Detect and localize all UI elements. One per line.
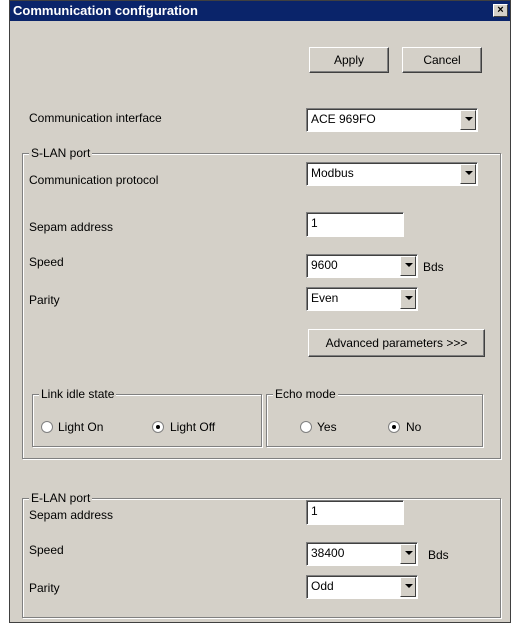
title-bar: Communication configuration × — [10, 1, 510, 21]
elan-port-title: E-LAN port — [29, 491, 93, 505]
communication-dialog: Communication configuration × Apply Canc… — [9, 0, 511, 623]
slan-parity-select[interactable]: Even — [306, 287, 418, 311]
echo-no-radio[interactable] — [388, 421, 400, 433]
echo-no-label: No — [406, 420, 422, 434]
communication-interface-value: ACE 969FO — [311, 112, 376, 126]
link-idle-state-title: Link idle state — [39, 387, 117, 401]
slan-address-label: Sepam address — [29, 220, 114, 234]
cancel-button[interactable]: Cancel — [402, 47, 482, 73]
chevron-down-icon[interactable] — [400, 256, 416, 276]
slan-parity-label: Parity — [29, 293, 60, 307]
light-on-radio[interactable] — [41, 421, 53, 433]
dialog-title: Communication configuration — [13, 3, 198, 18]
chevron-down-icon[interactable] — [460, 164, 476, 184]
slan-speed-value: 9600 — [311, 258, 338, 272]
slan-address-value: 1 — [311, 216, 318, 230]
elan-speed-unit: Bds — [428, 548, 449, 562]
chevron-down-icon[interactable] — [460, 110, 476, 130]
elan-parity-label: Parity — [29, 581, 60, 595]
slan-speed-select[interactable]: 9600 — [306, 254, 418, 278]
chevron-down-icon[interactable] — [400, 577, 416, 597]
light-off-radio[interactable] — [152, 421, 164, 433]
slan-speed-label: Speed — [29, 255, 64, 269]
side-reference-mark: PE50086 — [0, 34, 7, 94]
close-button[interactable]: × — [493, 4, 508, 17]
apply-button[interactable]: Apply — [309, 47, 389, 73]
slan-address-input[interactable]: 1 — [306, 212, 404, 237]
echo-mode-group: Echo mode — [266, 387, 483, 447]
slan-protocol-select[interactable]: Modbus — [306, 162, 478, 186]
slan-parity-value: Even — [311, 291, 339, 305]
elan-parity-select[interactable]: Odd — [306, 575, 418, 599]
light-off-label: Light Off — [170, 420, 216, 434]
chevron-down-icon[interactable] — [400, 289, 416, 309]
elan-parity-value: Odd — [311, 579, 334, 593]
slan-protocol-label: Communication protocol — [29, 173, 159, 187]
elan-speed-select[interactable]: 38400 — [306, 542, 418, 566]
echo-yes-label: Yes — [317, 420, 337, 434]
slan-protocol-value: Modbus — [311, 166, 354, 180]
advanced-parameters-button[interactable]: Advanced parameters >>> — [308, 329, 485, 357]
communication-interface-select[interactable]: ACE 969FO — [306, 108, 478, 132]
echo-mode-title: Echo mode — [273, 387, 338, 401]
elan-address-value: 1 — [311, 504, 318, 518]
chevron-down-icon[interactable] — [400, 544, 416, 564]
echo-yes-radio[interactable] — [300, 421, 312, 433]
elan-speed-value: 38400 — [311, 546, 345, 560]
elan-address-input[interactable]: 1 — [306, 500, 404, 525]
elan-address-label: Sepam address — [29, 508, 114, 522]
light-on-label: Light On — [58, 420, 104, 434]
communication-interface-label: Communication interface — [29, 111, 162, 125]
elan-speed-label: Speed — [29, 543, 64, 557]
slan-speed-unit: Bds — [423, 260, 444, 274]
slan-port-title: S-LAN port — [29, 146, 93, 160]
